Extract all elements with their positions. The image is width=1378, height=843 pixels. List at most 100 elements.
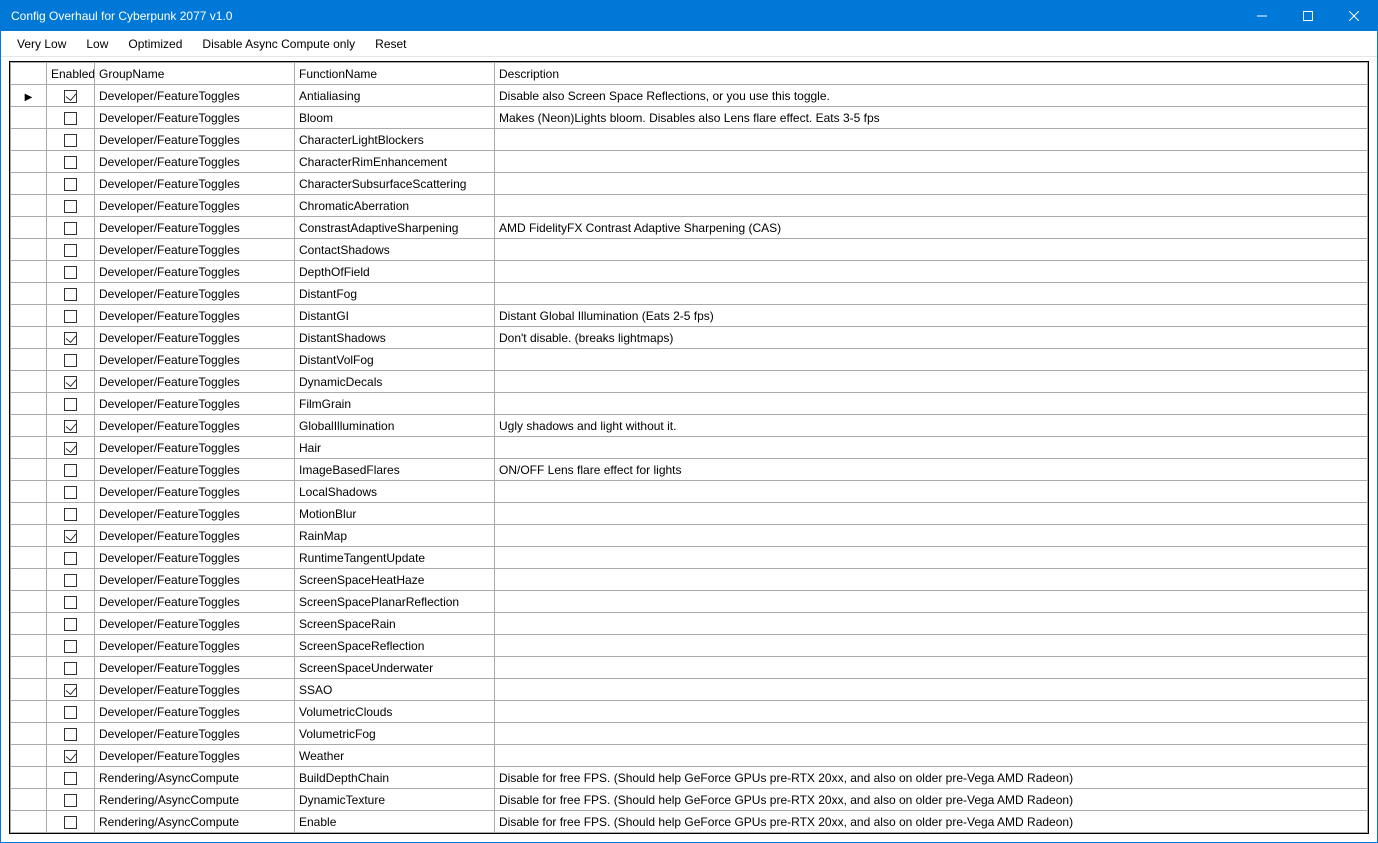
group-cell[interactable]: Developer/FeatureToggles (95, 107, 295, 129)
description-cell[interactable] (495, 701, 1368, 723)
table-row[interactable]: Developer/FeatureTogglesRainMap (11, 525, 1368, 547)
table-row[interactable]: Developer/FeatureTogglesDistantGIDistant… (11, 305, 1368, 327)
enabled-cell[interactable] (47, 107, 95, 129)
row-marker-cell[interactable] (11, 811, 47, 833)
enabled-cell[interactable] (47, 745, 95, 767)
group-cell[interactable]: Developer/FeatureToggles (95, 503, 295, 525)
group-cell[interactable]: Developer/FeatureToggles (95, 459, 295, 481)
function-cell[interactable]: ScreenSpaceHeatHaze (295, 569, 495, 591)
row-marker-cell[interactable] (11, 349, 47, 371)
description-cell[interactable]: Distant Global Illumination (Eats 2-5 fp… (495, 305, 1368, 327)
enabled-checkbox[interactable] (64, 310, 77, 323)
table-row[interactable]: Developer/FeatureTogglesContactShadows (11, 239, 1368, 261)
function-cell[interactable]: DynamicTexture (295, 789, 495, 811)
menu-low[interactable]: Low (76, 33, 118, 55)
enabled-cell[interactable] (47, 723, 95, 745)
description-cell[interactable] (495, 569, 1368, 591)
description-cell[interactable] (495, 349, 1368, 371)
enabled-cell[interactable] (47, 129, 95, 151)
row-marker-cell[interactable] (11, 217, 47, 239)
group-cell[interactable]: Developer/FeatureToggles (95, 129, 295, 151)
grid-scroll-area[interactable]: Enabled GroupName FunctionName Descripti… (10, 62, 1368, 833)
group-cell[interactable]: Developer/FeatureToggles (95, 613, 295, 635)
row-marker-cell[interactable] (11, 613, 47, 635)
description-cell[interactable] (495, 151, 1368, 173)
function-cell[interactable]: DepthOfField (295, 261, 495, 283)
group-cell[interactable]: Developer/FeatureToggles (95, 151, 295, 173)
group-cell[interactable]: Developer/FeatureToggles (95, 745, 295, 767)
description-cell[interactable]: Disable for free FPS. (Should help GeFor… (495, 767, 1368, 789)
row-marker-cell[interactable] (11, 261, 47, 283)
enabled-cell[interactable] (47, 679, 95, 701)
row-marker-cell[interactable] (11, 195, 47, 217)
description-cell[interactable] (495, 657, 1368, 679)
table-row[interactable]: Developer/FeatureTogglesCharacterRimEnha… (11, 151, 1368, 173)
group-cell[interactable]: Developer/FeatureToggles (95, 591, 295, 613)
row-marker-cell[interactable] (11, 239, 47, 261)
enabled-cell[interactable] (47, 415, 95, 437)
enabled-checkbox[interactable] (64, 376, 77, 389)
table-row[interactable]: Developer/FeatureTogglesCharacterLightBl… (11, 129, 1368, 151)
function-cell[interactable]: ContactShadows (295, 239, 495, 261)
function-cell[interactable]: BuildDepthChain (295, 767, 495, 789)
enabled-checkbox[interactable] (64, 288, 77, 301)
group-cell[interactable]: Developer/FeatureToggles (95, 85, 295, 107)
row-marker-cell[interactable] (11, 547, 47, 569)
group-cell[interactable]: Rendering/AsyncCompute (95, 789, 295, 811)
function-cell[interactable]: RainMap (295, 525, 495, 547)
group-cell[interactable]: Developer/FeatureToggles (95, 327, 295, 349)
description-cell[interactable] (495, 283, 1368, 305)
function-cell[interactable]: Hair (295, 437, 495, 459)
table-row[interactable]: Developer/FeatureTogglesHair (11, 437, 1368, 459)
function-cell[interactable]: ConstrastAdaptiveSharpening (295, 217, 495, 239)
function-cell[interactable]: CharacterLightBlockers (295, 129, 495, 151)
row-marker-cell[interactable] (11, 393, 47, 415)
table-row[interactable]: Developer/FeatureTogglesRuntimeTangentUp… (11, 547, 1368, 569)
group-cell[interactable]: Rendering/AsyncCompute (95, 767, 295, 789)
enabled-checkbox[interactable] (64, 552, 77, 565)
menu-very-low[interactable]: Very Low (7, 33, 76, 55)
group-cell[interactable]: Developer/FeatureToggles (95, 547, 295, 569)
table-row[interactable]: Developer/FeatureTogglesMotionBlur (11, 503, 1368, 525)
enabled-cell[interactable] (47, 151, 95, 173)
description-cell[interactable]: ON/OFF Lens flare effect for lights (495, 459, 1368, 481)
enabled-checkbox[interactable] (64, 706, 77, 719)
description-cell[interactable] (495, 635, 1368, 657)
enabled-checkbox[interactable] (64, 596, 77, 609)
function-cell[interactable]: ImageBasedFlares (295, 459, 495, 481)
row-marker-cell[interactable] (11, 569, 47, 591)
minimize-button[interactable] (1239, 1, 1285, 31)
enabled-cell[interactable] (47, 437, 95, 459)
function-cell[interactable]: ScreenSpaceRain (295, 613, 495, 635)
group-cell[interactable]: Developer/FeatureToggles (95, 195, 295, 217)
table-row[interactable]: Developer/FeatureTogglesWeather (11, 745, 1368, 767)
table-row[interactable]: Developer/FeatureTogglesScreenSpaceHeatH… (11, 569, 1368, 591)
table-row[interactable]: Developer/FeatureTogglesChromaticAberrat… (11, 195, 1368, 217)
enabled-checkbox[interactable] (64, 332, 77, 345)
row-marker-cell[interactable] (11, 129, 47, 151)
group-cell[interactable]: Developer/FeatureToggles (95, 173, 295, 195)
function-cell[interactable]: RuntimeTangentUpdate (295, 547, 495, 569)
enabled-cell[interactable] (47, 305, 95, 327)
header-function[interactable]: FunctionName (295, 63, 495, 85)
table-row[interactable]: Developer/FeatureTogglesScreenSpaceUnder… (11, 657, 1368, 679)
enabled-checkbox[interactable] (64, 486, 77, 499)
table-row[interactable]: Rendering/AsyncComputeBuildDepthChainDis… (11, 767, 1368, 789)
description-cell[interactable]: Don't disable. (breaks lightmaps) (495, 327, 1368, 349)
enabled-checkbox[interactable] (64, 398, 77, 411)
table-row[interactable]: Developer/FeatureTogglesDistantFog (11, 283, 1368, 305)
enabled-checkbox[interactable] (64, 530, 77, 543)
enabled-checkbox[interactable] (64, 640, 77, 653)
description-cell[interactable] (495, 503, 1368, 525)
function-cell[interactable]: MotionBlur (295, 503, 495, 525)
function-cell[interactable]: FilmGrain (295, 393, 495, 415)
group-cell[interactable]: Developer/FeatureToggles (95, 393, 295, 415)
enabled-checkbox[interactable] (64, 684, 77, 697)
description-cell[interactable] (495, 679, 1368, 701)
table-row[interactable]: Rendering/AsyncComputeEnableDisable for … (11, 811, 1368, 833)
enabled-checkbox[interactable] (64, 618, 77, 631)
enabled-cell[interactable] (47, 327, 95, 349)
function-cell[interactable]: DistantShadows (295, 327, 495, 349)
enabled-cell[interactable] (47, 569, 95, 591)
function-cell[interactable]: DistantGI (295, 305, 495, 327)
